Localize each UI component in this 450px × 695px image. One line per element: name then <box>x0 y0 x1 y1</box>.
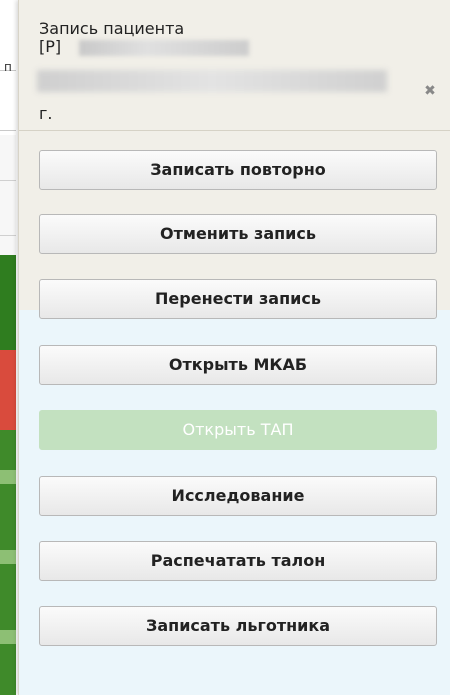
birth-year-suffix: г. <box>39 104 53 123</box>
examination-button[interactable]: Исследование <box>39 476 437 516</box>
background-text: п <box>4 60 12 74</box>
redacted-patient-details <box>37 70 387 92</box>
background-status-red <box>0 350 16 430</box>
open-mkab-button[interactable]: Открыть МКАБ <box>39 345 437 385</box>
background-status-green <box>0 430 16 695</box>
background-status-green <box>0 255 16 350</box>
rebook-button[interactable]: Записать повторно <box>39 150 437 190</box>
cancel-appointment-button[interactable]: Отменить запись <box>39 214 437 254</box>
background-app-strip: п • <box>0 0 16 154</box>
background-separator <box>0 130 16 131</box>
background-separator <box>0 235 16 236</box>
background-separator <box>0 180 16 181</box>
open-tap-button: Открыть ТАП <box>39 410 437 450</box>
redacted-patient-name <box>79 40 249 56</box>
background-stripe <box>0 630 16 644</box>
patient-id-label: [Р] <box>39 37 62 56</box>
header-divider <box>19 130 450 131</box>
background-stripe <box>0 550 16 564</box>
patient-appointment-popup: Запись пациента [Р] г. ✖ Записать повтор… <box>18 0 450 695</box>
close-icon[interactable]: ✖ <box>423 84 437 98</box>
popup-title: Запись пациента <box>39 19 185 38</box>
book-beneficiary-button[interactable]: Записать льготника <box>39 606 437 646</box>
background-app-strip <box>0 135 16 255</box>
reschedule-appointment-button[interactable]: Перенести запись <box>39 279 437 319</box>
page: п • Запись пациента [Р] г. ✖ Записать по… <box>0 0 450 695</box>
background-stripe <box>0 470 16 484</box>
print-ticket-button[interactable]: Распечатать талон <box>39 541 437 581</box>
popup-header: Запись пациента [Р] г. ✖ <box>19 0 450 130</box>
